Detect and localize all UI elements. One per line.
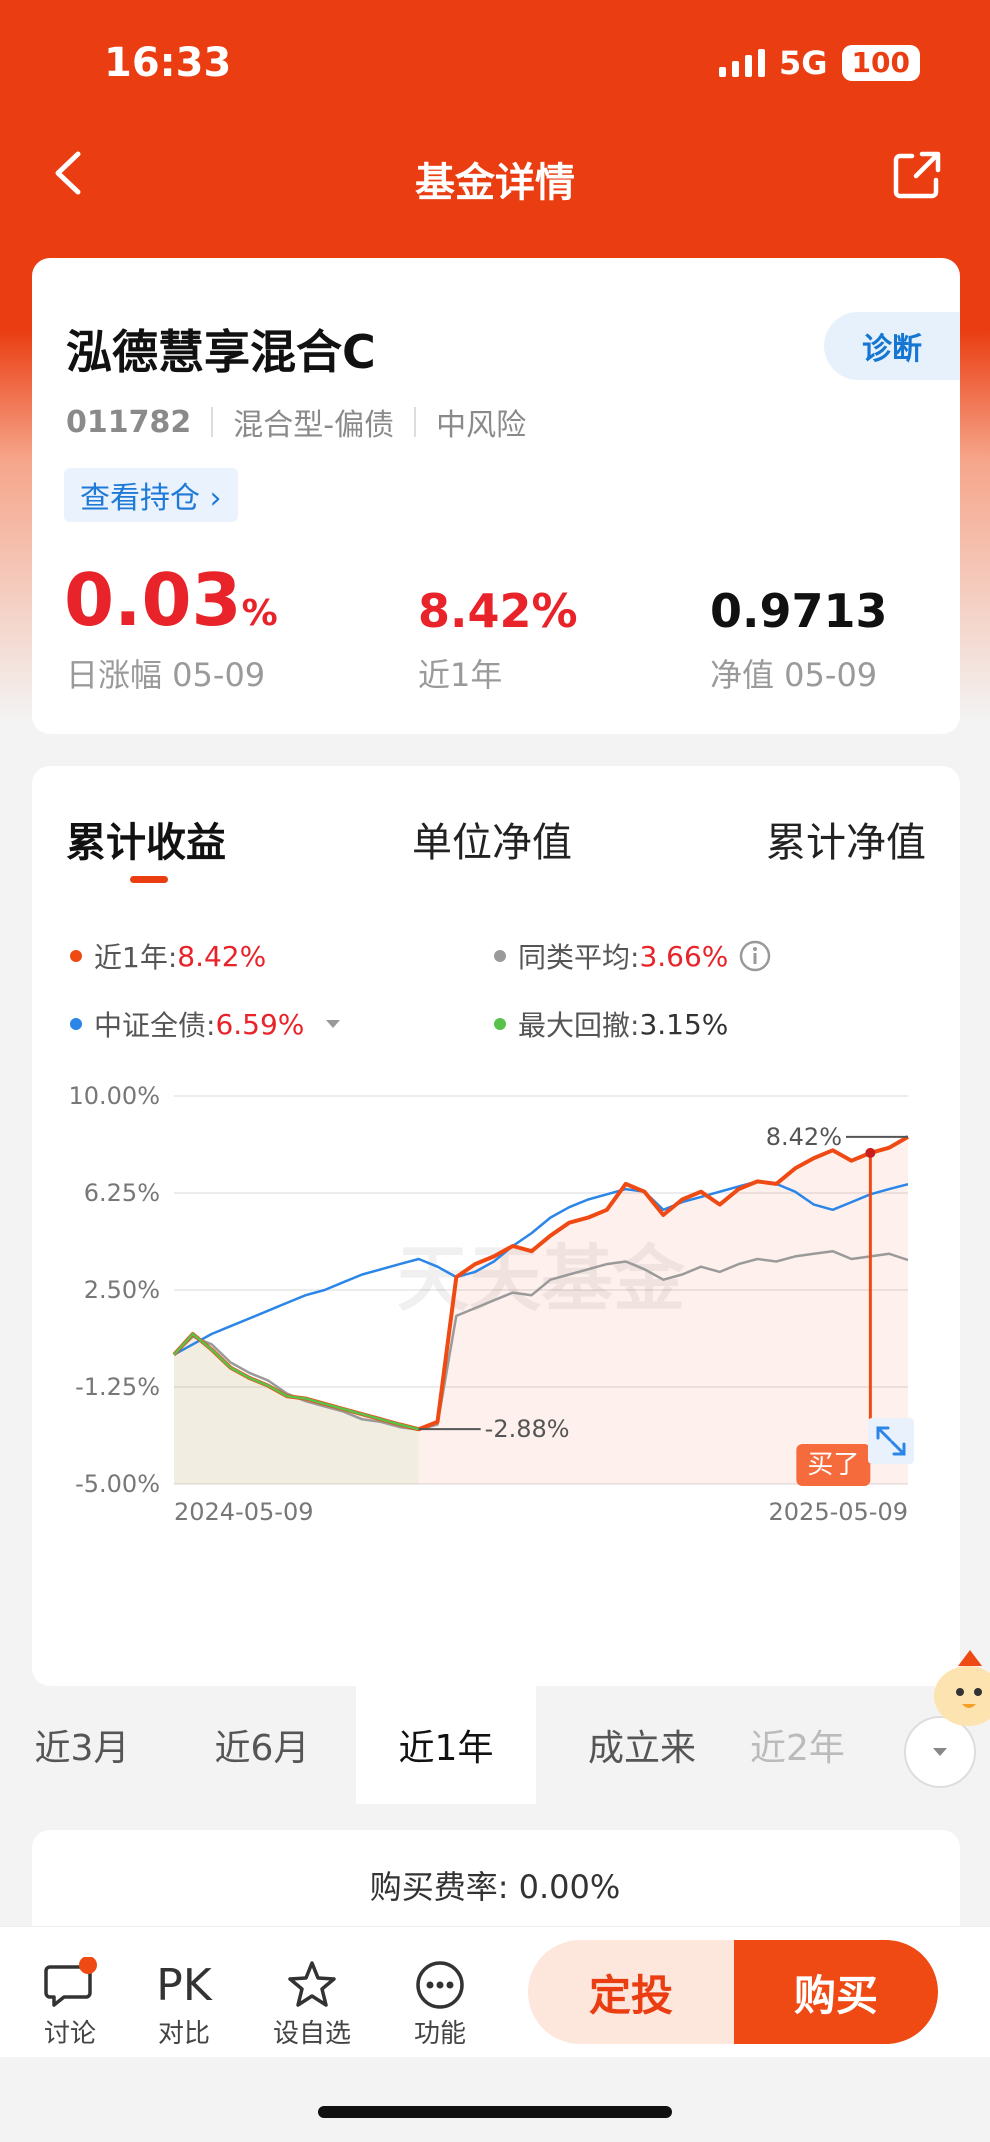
- share-icon[interactable]: [892, 150, 942, 200]
- period-1y[interactable]: 近1年: [356, 1686, 536, 1804]
- tab-cumulative-nav[interactable]: 累计净值: [766, 810, 926, 868]
- daily-change-label: 日涨幅 05-09: [66, 656, 266, 694]
- fund-summary-card: 泓德慧享混合C 诊断 011782 混合型-偏债 中风险 查看持仓 › 0.03…: [32, 258, 960, 734]
- buy-point: [865, 1147, 876, 1158]
- nav-label: 净值 05-09: [710, 656, 878, 694]
- fund-type: 混合型-偏债: [233, 408, 395, 443]
- battery-icon: 100: [841, 45, 920, 81]
- y-tick-label: -1.25%: [75, 1373, 160, 1401]
- low-annotation: -2.88%: [485, 1415, 570, 1443]
- function-label: 功能: [413, 2019, 466, 2049]
- expand-icon[interactable]: [868, 1418, 914, 1464]
- legend-benchmark: 中证全债: 6.59%: [70, 1004, 348, 1044]
- x-end-label: 2025-05-09: [769, 1498, 908, 1526]
- tab-cumulative-return[interactable]: 累计收益: [66, 810, 226, 868]
- star-icon: [288, 1961, 336, 2007]
- legend-category-avg: 同类平均: 3.66%: [494, 936, 772, 976]
- legend-label: 中证全债:: [94, 1009, 216, 1042]
- legend-value: 8.42%: [177, 939, 267, 973]
- legend-value: 6.59%: [215, 1007, 305, 1041]
- home-indicator: [318, 2106, 672, 2118]
- discuss-button[interactable]: 讨论: [20, 1957, 120, 2050]
- legend-dot: [70, 950, 82, 962]
- chart-card: 累计收益 单位净值 累计净值 近1年: 8.42% 同类平均: 3.66% 中证全债…: [32, 766, 960, 1686]
- y-tick-label: 10.00%: [68, 1082, 160, 1110]
- info-icon[interactable]: [738, 939, 772, 973]
- diagnose-button[interactable]: 诊断: [824, 312, 960, 380]
- network-label: 5G: [779, 44, 828, 82]
- compare-button[interactable]: PK 对比: [134, 1957, 234, 2050]
- x-start-label: 2024-05-09: [174, 1498, 313, 1526]
- page-title: 基金详情: [415, 160, 575, 206]
- buy-badge-label: 买了: [807, 1450, 859, 1480]
- fund-name: 泓德慧享混合C: [66, 325, 376, 379]
- legend-label: 最大回撤:: [518, 1009, 640, 1042]
- high-annotation: 8.42%: [766, 1123, 842, 1151]
- more-icon: [416, 1961, 464, 2009]
- year-return-value: 8.42%: [418, 584, 578, 638]
- legend-label: 近1年:: [94, 941, 178, 974]
- status-indicators: 5G 100: [719, 44, 920, 82]
- fund-meta: 011782 混合型-偏债 中风险: [66, 400, 526, 444]
- legend-value: 3.15%: [639, 1007, 729, 1041]
- y-tick-label: -5.00%: [75, 1470, 160, 1498]
- add-watchlist-button[interactable]: 设自选: [262, 1957, 362, 2050]
- daily-change-stat: 0.03%: [64, 558, 278, 642]
- compare-label: 对比: [157, 2019, 210, 2049]
- legend-max-drawdown: 最大回撤: 3.15%: [494, 1004, 728, 1044]
- daily-change-value: 0.03: [64, 558, 242, 642]
- period-6m[interactable]: 近6月: [182, 1686, 342, 1804]
- period-selector: 近3月 近6月 近1年 成立来 近2年: [32, 1686, 976, 1804]
- dropdown-icon[interactable]: [318, 1014, 348, 1034]
- signal-icon: [719, 49, 766, 77]
- tab-indicator: [130, 876, 168, 883]
- year-return-label: 近1年: [418, 656, 503, 694]
- fund-risk: 中风险: [436, 408, 527, 443]
- pk-icon: PK: [156, 1959, 212, 2011]
- purchase-fee: 购买费率: 0.00%: [369, 1868, 621, 1906]
- chat-icon: [44, 1957, 97, 2007]
- period-since-inception[interactable]: 成立来: [552, 1686, 732, 1804]
- tab-unit-nav[interactable]: 单位净值: [412, 810, 572, 868]
- period-3m[interactable]: 近3月: [2, 1686, 162, 1804]
- add-watchlist-label: 设自选: [272, 2019, 351, 2049]
- status-time: 16:33: [104, 40, 232, 86]
- buy-button[interactable]: 购买: [734, 1940, 938, 2044]
- fund-code: 011782: [66, 404, 192, 440]
- discuss-label: 讨论: [43, 2019, 96, 2049]
- y-tick-label: 2.50%: [84, 1276, 160, 1304]
- period-2y[interactable]: 近2年: [750, 1686, 870, 1804]
- auto-invest-button[interactable]: 定投: [528, 1940, 734, 2044]
- return-chart[interactable]: 10.00%6.25%2.50%-1.25%-5.00%天天基金8.42%-2.…: [32, 1066, 960, 1646]
- legend-value: 3.66%: [639, 939, 729, 973]
- legend-label: 同类平均:: [518, 941, 640, 974]
- legend-dot: [70, 1018, 82, 1030]
- legend-dot: [494, 950, 506, 962]
- y-tick-label: 6.25%: [84, 1179, 160, 1207]
- function-button[interactable]: 功能: [390, 1957, 490, 2050]
- drawdown-area: [174, 1334, 419, 1484]
- legend-fund: 近1年: 8.42%: [70, 936, 266, 976]
- mascot-icon[interactable]: [928, 1640, 990, 1740]
- nav-value: 0.9713: [710, 584, 888, 638]
- legend-dot: [494, 1018, 506, 1030]
- daily-change-unit: %: [241, 593, 278, 634]
- view-holdings-button[interactable]: 查看持仓 ›: [64, 468, 238, 522]
- chevron-down-icon: [933, 1748, 947, 1756]
